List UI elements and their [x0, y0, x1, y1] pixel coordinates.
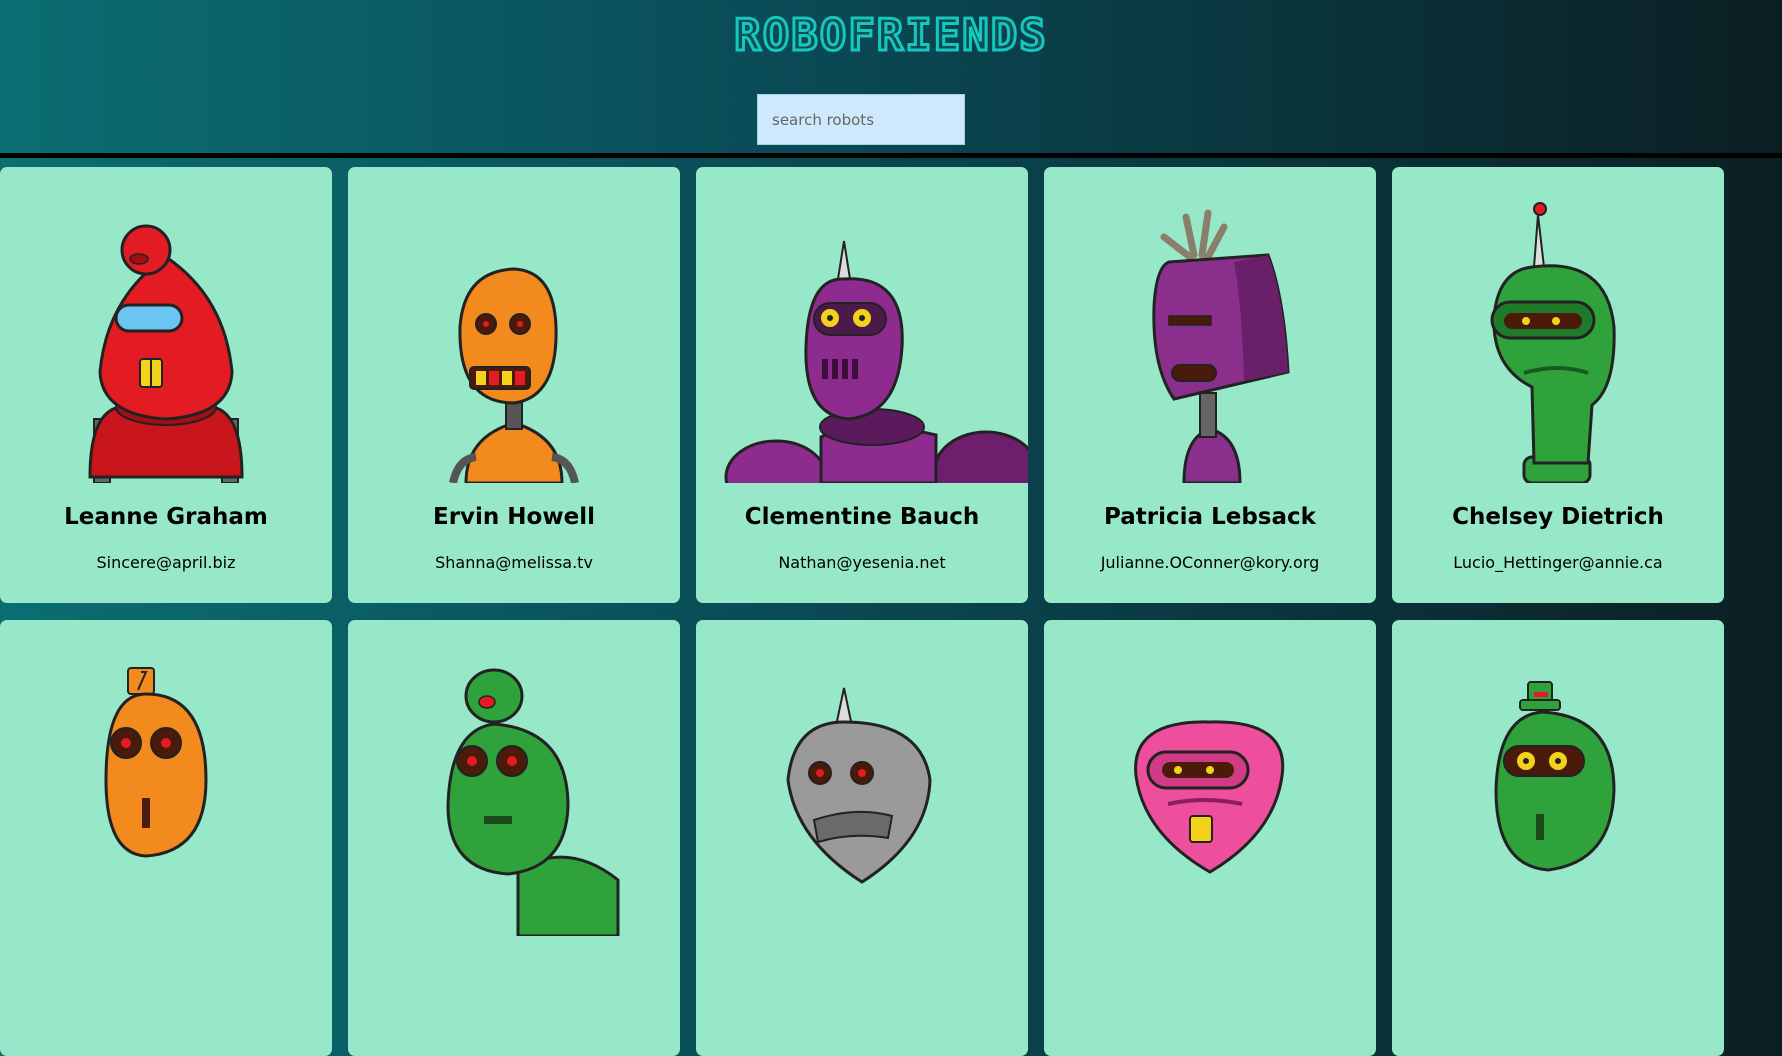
robot-card[interactable]	[696, 620, 1028, 1056]
robot-card[interactable]	[348, 620, 680, 1056]
robot-avatar-icon	[104, 667, 208, 858]
robot-name: Clementine Bauch	[744, 504, 980, 530]
robot-avatar-icon	[446, 668, 620, 936]
robot-avatar-icon	[786, 687, 932, 884]
app-title: ROBOFRIENDS	[733, 9, 1048, 63]
robot-name: Ervin Howell	[433, 504, 595, 530]
robot-name: Leanne Graham	[64, 504, 268, 530]
robot-email: Lucio_Hettinger@annie.ca	[1453, 553, 1663, 572]
robot-email: Nathan@yesenia.net	[778, 553, 946, 572]
robot-card-list: Leanne Graham Sincere@april.biz Ervin Ho…	[0, 167, 1782, 1056]
header: ROBOFRIENDS	[0, 0, 1782, 153]
robot-avatar-icon	[1494, 681, 1616, 872]
robot-avatar-icon	[88, 224, 244, 483]
robot-card[interactable]: Clementine Bauch Nathan@yesenia.net	[696, 167, 1028, 603]
header-divider	[0, 153, 1782, 158]
robot-card[interactable]: Patricia Lebsack Julianne.OConner@kory.o…	[1044, 167, 1376, 603]
robot-email: Julianne.OConner@kory.org	[1100, 553, 1320, 572]
robot-card[interactable]: Chelsey Dietrich Lucio_Hettinger@annie.c…	[1392, 167, 1724, 603]
robot-email: Shanna@melissa.tv	[435, 553, 593, 572]
robot-avatar-icon	[449, 267, 579, 483]
robot-avatar-icon	[1490, 202, 1616, 483]
robot-card[interactable]	[1044, 620, 1376, 1056]
robot-card[interactable]	[1392, 620, 1724, 1056]
robot-name: Chelsey Dietrich	[1452, 504, 1664, 530]
robot-card[interactable]: Leanne Graham Sincere@april.biz	[0, 167, 332, 603]
robot-email: Sincere@april.biz	[96, 553, 236, 572]
robot-card[interactable]: Ervin Howell Shanna@melissa.tv	[348, 167, 680, 603]
robot-avatar-icon	[1134, 720, 1285, 874]
search-input[interactable]	[757, 94, 965, 145]
robot-avatar-icon	[1152, 209, 1290, 483]
robot-name: Patricia Lebsack	[1104, 504, 1316, 530]
robot-card[interactable]	[0, 620, 332, 1056]
robot-avatar-icon	[724, 240, 1028, 483]
